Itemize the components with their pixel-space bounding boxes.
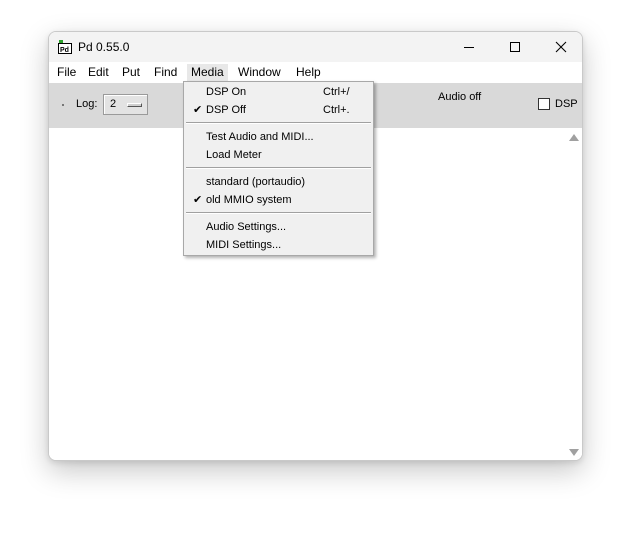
option-menu-indicator-icon [127,103,142,107]
menu-item-label: standard (portaudio) [206,176,306,188]
checkmark-icon: ✔ [193,104,203,116]
menu-put[interactable]: Put [118,64,144,81]
menu-separator [186,212,371,214]
audio-status-text: Audio off [438,91,482,103]
menu-item-old-mmio[interactable]: ✔ old MMIO system [184,191,373,209]
log-level-select[interactable]: 2 [103,94,148,115]
menu-item-load-meter[interactable]: Load Meter [184,146,373,164]
scroll-down-icon[interactable] [569,449,579,456]
menu-find[interactable]: Find [150,64,181,81]
dsp-label[interactable]: DSP [555,98,578,110]
menu-item-test-audio-midi[interactable]: Test Audio and MIDI... [184,128,373,146]
window-title: Pd 0.55.0 [78,40,130,54]
menu-item-label: DSP On [206,86,247,98]
menu-item-dsp-on[interactable]: DSP On Ctrl+/ [184,83,373,101]
menu-item-label: DSP Off [206,104,246,116]
media-menu-dropdown: DSP On Ctrl+/ ✔ DSP Off Ctrl+. Test Audi… [183,81,374,256]
menu-item-dsp-off[interactable]: ✔ DSP Off Ctrl+. [184,101,373,119]
menu-item-shortcut: Ctrl+/ [323,86,350,98]
menu-separator [186,167,371,169]
maximize-button[interactable] [492,32,538,62]
menu-item-standard-portaudio[interactable]: standard (portaudio) [184,173,373,191]
minimize-icon [464,47,474,48]
menu-help[interactable]: Help [292,64,325,81]
menu-item-midi-settings[interactable]: MIDI Settings... [184,236,373,254]
scroll-up-icon[interactable] [569,134,579,141]
pd-app-icon: Pd [58,40,72,54]
menu-item-shortcut: Ctrl+. [323,104,350,116]
toolbar-grip [62,104,64,106]
maximize-icon [510,42,520,52]
menu-file[interactable]: File [53,64,80,81]
menu-item-label: Load Meter [206,149,262,161]
console-scrollbar[interactable] [565,128,582,460]
menu-item-label: Test Audio and MIDI... [206,131,314,143]
close-button[interactable] [538,32,582,62]
dsp-checkbox[interactable] [538,98,550,110]
menu-window[interactable]: Window [234,64,285,81]
log-label: Log: [76,98,98,110]
menu-separator [186,122,371,124]
menu-edit[interactable]: Edit [84,64,113,81]
menu-item-label: old MMIO system [206,194,292,206]
title-bar[interactable]: Pd Pd 0.55.0 [49,32,582,62]
menu-bar: File Edit Put Find Media Window Help [49,62,582,83]
minimize-button[interactable] [446,32,492,62]
menu-item-label: MIDI Settings... [206,239,282,251]
checkmark-icon: ✔ [193,194,203,206]
menu-item-label: Audio Settings... [206,221,287,233]
menu-media[interactable]: Media [187,64,228,81]
log-level-value: 2 [110,98,117,110]
svg-text:Pd: Pd [60,47,69,54]
menu-item-audio-settings[interactable]: Audio Settings... [184,218,373,236]
close-icon [555,41,567,53]
